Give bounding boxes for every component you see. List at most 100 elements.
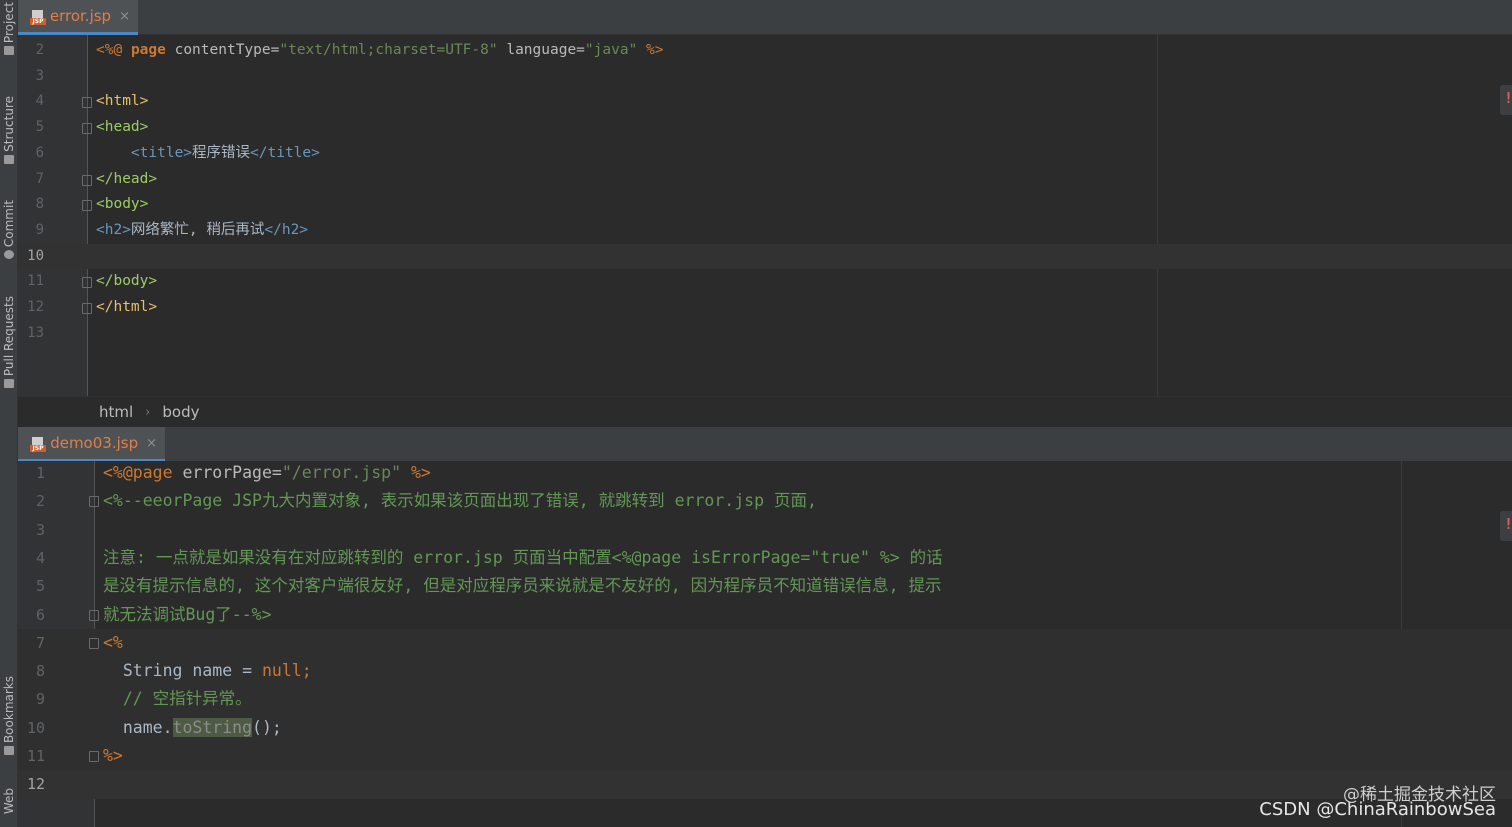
code-token: "/error.jsp" <box>281 463 402 482</box>
fold-icon[interactable] <box>89 637 99 649</box>
fold-icon[interactable] <box>82 277 92 289</box>
code-line[interactable]: 2 <%--eeorPage JSP九大内置对象, 表示如果该页面出现了错误, 就… <box>18 487 1512 515</box>
line-number: 8 <box>35 196 44 213</box>
jsp-file-icon: JSP <box>30 9 46 25</box>
line-number: 3 <box>35 520 45 539</box>
code-token: <body> <box>96 196 149 213</box>
close-icon[interactable]: × <box>146 436 157 451</box>
code-line[interactable]: 6 就无法调试Bug了--%> <box>18 601 1512 629</box>
code-token: <head> <box>96 119 149 136</box>
code-line[interactable]: 4 注意: 一点就是如果没有在对应跳转到的 error.jsp 页面当中配置<%@… <box>18 544 1512 572</box>
fold-icon[interactable] <box>89 751 99 762</box>
code-line[interactable]: 10 name.toString(); <box>18 713 1512 742</box>
highlighted-method: toString <box>172 717 253 737</box>
sidebar-item-project[interactable]: Project <box>0 2 17 56</box>
line-number: 13 <box>27 324 44 341</box>
code-line[interactable]: 12 <box>18 770 1512 799</box>
breadcrumb-item-body[interactable]: body <box>162 403 199 421</box>
code-line[interactable]: 9 <h2>网络繁忙, 稍后再试</h2> <box>18 218 1512 244</box>
line-number: 5 <box>35 119 44 136</box>
line-number: 2 <box>35 42 44 58</box>
top-editor[interactable]: 2 <%@ page contentType="text/html;charset… <box>18 35 1512 396</box>
line-number: 4 <box>35 93 44 110</box>
bottom-editor[interactable]: 1 <%@page errorPage="/error.jsp" %> 2 <%--e… <box>18 461 1512 827</box>
sidebar-item-commit[interactable]: Commit <box>0 200 17 260</box>
code-token: <%@ <box>96 42 123 58</box>
commit-icon <box>3 250 14 260</box>
code-line[interactable]: 6 <title>程序错误</title> <box>18 141 1512 167</box>
code-token: 程序错误 <box>192 144 251 161</box>
code-token: language= <box>506 42 585 58</box>
code-token: <%@page <box>103 463 173 482</box>
code-token: %> <box>646 42 664 58</box>
code-token: 是没有提示信息的, 这个对客户端很友好, 但是对应程序员来说就是不友好的, 因为… <box>103 576 942 596</box>
code-line[interactable]: 10 <box>18 243 1512 270</box>
code-line[interactable]: 8 <body> <box>18 192 1512 218</box>
code-token: <html> <box>96 93 149 110</box>
fold-icon[interactable] <box>82 97 92 109</box>
code-line[interactable]: 8 String name = null; <box>18 657 1512 686</box>
breadcrumb: html › body <box>18 396 1512 427</box>
tool-window-strip: Project Structure Commit Pull Requests B… <box>0 0 18 827</box>
code-line[interactable]: 7 </head> <box>18 167 1512 193</box>
sidebar-item-label: Commit <box>1 200 16 248</box>
code-line[interactable]: 9 // 空指针异常。 <box>18 685 1512 714</box>
code-token: </title> <box>250 144 320 161</box>
code-token: page <box>130 42 166 58</box>
pull-request-icon <box>3 379 14 389</box>
line-number: 7 <box>35 170 44 187</box>
error-marker-icon[interactable]: ! <box>1500 511 1512 541</box>
code-token: <h2> <box>96 221 131 238</box>
line-number: 1 <box>35 464 45 482</box>
code-token: 就无法调试Bug了--%> <box>103 604 272 624</box>
code-line[interactable]: 4 <html> <box>18 89 1512 115</box>
code-line[interactable]: 7 <% <box>18 628 1512 658</box>
error-marker-icon[interactable]: ! <box>1500 85 1512 115</box>
breadcrumb-item-html[interactable]: html <box>99 403 133 421</box>
code-line[interactable]: 2 <%@ page contentType="text/html;charset… <box>18 38 1512 64</box>
chevron-right-icon: › <box>145 404 151 420</box>
line-number: 5 <box>35 577 45 596</box>
code-token: String name = <box>122 661 262 681</box>
code-token: 网络繁忙, 稍后再试 <box>130 221 265 238</box>
close-icon[interactable]: × <box>119 9 130 24</box>
code-token: </head> <box>96 170 158 187</box>
tab-error-jsp[interactable]: JSP error.jsp × <box>18 0 138 35</box>
fold-icon[interactable] <box>82 303 92 314</box>
code-line[interactable]: 1 <%@page errorPage="/error.jsp" %> <box>18 461 1512 487</box>
sidebar-item-web[interactable]: Web <box>0 788 17 814</box>
tab-demo03-jsp[interactable]: JSP demo03.jsp × <box>18 427 165 462</box>
tab-label: error.jsp <box>49 7 112 25</box>
code-token: contentType= <box>174 42 280 58</box>
sidebar-item-bookmarks[interactable]: Bookmarks <box>0 676 17 756</box>
code-line[interactable]: 11 </body> <box>18 269 1512 295</box>
code-token: %> <box>103 746 123 765</box>
line-number: 2 <box>35 492 45 511</box>
code-token: %> <box>410 463 431 482</box>
code-line[interactable]: 11 %> <box>18 742 1512 771</box>
code-line[interactable]: 12 </html> <box>18 295 1512 321</box>
bookmark-icon <box>3 746 14 756</box>
code-line[interactable]: 13 <box>18 321 1512 347</box>
fold-icon[interactable] <box>82 200 92 212</box>
fold-icon[interactable] <box>89 609 99 621</box>
tab-label: demo03.jsp <box>50 434 139 452</box>
code-token: <%--eeorPage JSP九大内置对象, 表示如果该页面出现了错误, 就跳… <box>103 491 817 511</box>
sidebar-item-label: Project <box>1 2 16 44</box>
fold-icon[interactable] <box>89 496 99 508</box>
code-line[interactable]: 3 <box>18 64 1512 90</box>
code-line[interactable]: 5 是没有提示信息的, 这个对客户端很友好, 但是对应程序员来说就是不友好的, 因… <box>18 572 1512 600</box>
line-number: 11 <box>26 747 45 765</box>
folder-icon <box>3 46 14 56</box>
bottom-editor-tabbar: JSP demo03.jsp × <box>18 427 1512 462</box>
sidebar-item-label: Pull Requests <box>1 296 16 377</box>
sidebar-item-structure[interactable]: Structure <box>0 96 17 164</box>
jsp-file-icon: JSP <box>30 436 46 452</box>
sidebar-item-pull-requests[interactable]: Pull Requests <box>0 296 17 389</box>
code-token: <title> <box>130 144 193 161</box>
sidebar-item-label: Bookmarks <box>1 676 16 744</box>
code-line[interactable]: 5 <head> <box>18 115 1512 141</box>
code-line[interactable]: 3 <box>18 516 1512 544</box>
fold-icon[interactable] <box>82 123 92 135</box>
fold-icon[interactable] <box>82 174 92 186</box>
